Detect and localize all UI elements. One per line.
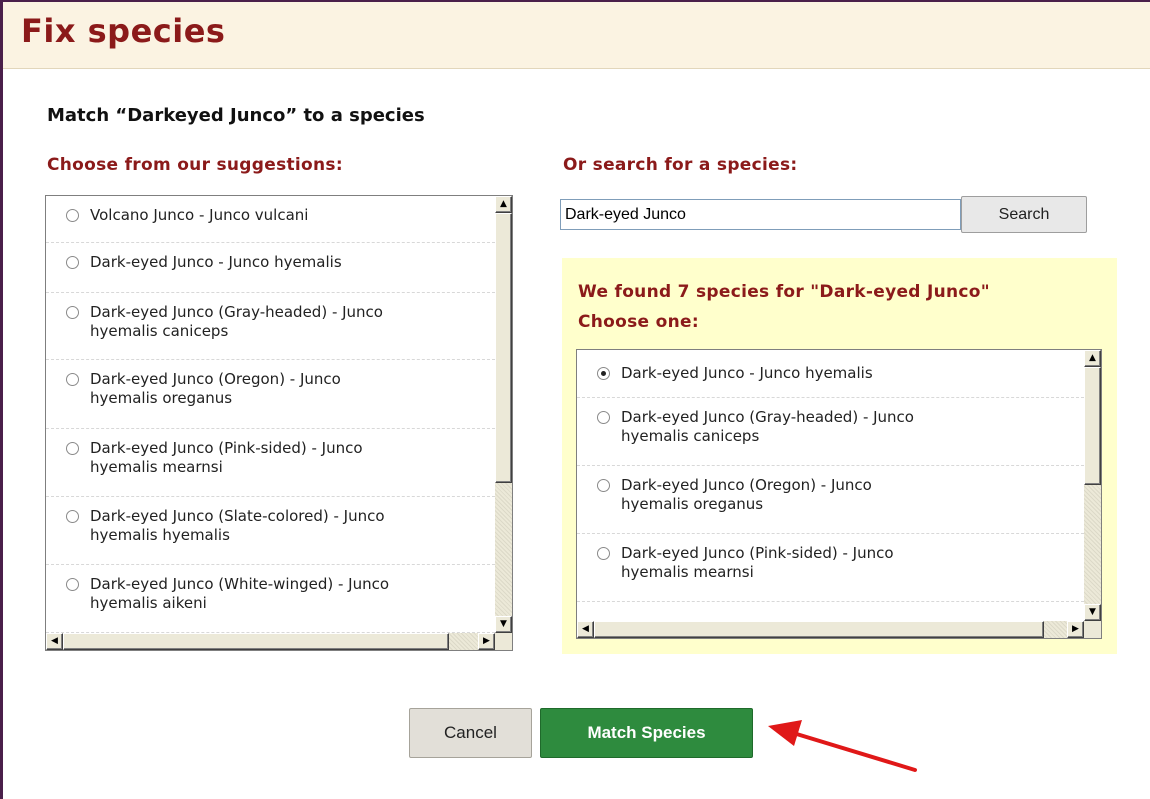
results-prompt: Choose one: bbox=[578, 312, 699, 332]
result-sublabel: hyemalis mearnsi bbox=[621, 563, 754, 581]
scrollbar-corner bbox=[495, 633, 512, 650]
suggestion-item[interactable]: Dark-eyed Junco (White-winged) - Junco h… bbox=[46, 565, 495, 633]
scroll-right-icon[interactable]: ▶ bbox=[478, 633, 495, 650]
radio-icon[interactable] bbox=[66, 209, 79, 222]
suggestion-sublabel: hyemalis mearnsi bbox=[90, 458, 223, 476]
radio-icon[interactable] bbox=[66, 256, 79, 269]
scroll-thumb[interactable] bbox=[594, 621, 1044, 638]
suggestion-label: Volcano Junco - Junco vulcani bbox=[90, 206, 309, 224]
suggestion-label: Dark-eyed Junco (Gray-headed) - Junco bbox=[90, 303, 383, 321]
suggestion-label: Dark-eyed Junco - Junco hyemalis bbox=[90, 253, 342, 271]
vertical-scrollbar[interactable]: ▲ ▼ bbox=[495, 196, 512, 633]
radio-icon[interactable] bbox=[597, 411, 610, 424]
radio-icon[interactable] bbox=[597, 547, 610, 560]
radio-icon[interactable] bbox=[66, 442, 79, 455]
radio-icon[interactable] bbox=[597, 479, 610, 492]
suggestion-item[interactable]: Dark-eyed Junco (Pink-sided) - Junco hye… bbox=[46, 429, 495, 497]
scroll-thumb[interactable] bbox=[63, 633, 449, 650]
suggestion-sublabel: hyemalis caniceps bbox=[90, 322, 229, 340]
scroll-up-icon[interactable]: ▲ bbox=[495, 196, 512, 213]
result-label: Dark-eyed Junco (Gray-headed) - Junco bbox=[621, 408, 914, 426]
scroll-down-icon[interactable]: ▼ bbox=[495, 616, 512, 633]
scroll-left-icon[interactable]: ◀ bbox=[46, 633, 63, 650]
radio-icon[interactable] bbox=[66, 306, 79, 319]
suggestions-listbox[interactable]: Volcano Junco - Junco vulcani Dark-eyed … bbox=[45, 195, 513, 651]
results-listbox[interactable]: Dark-eyed Junco - Junco hyemalis Dark-ey… bbox=[576, 349, 1102, 639]
match-species-button[interactable]: Match Species bbox=[540, 708, 753, 758]
suggestion-item[interactable]: Dark-eyed Junco (Oregon) - Junco hyemali… bbox=[46, 360, 495, 429]
suggestion-sublabel: hyemalis oreganus bbox=[90, 389, 233, 407]
match-title: Match “Darkeyed Junco” to a species bbox=[47, 105, 425, 126]
scroll-right-icon[interactable]: ▶ bbox=[1067, 621, 1084, 638]
annotation-arrow-icon bbox=[768, 720, 917, 772]
result-label: Dark-eyed Junco - Junco hyemalis bbox=[621, 364, 873, 382]
radio-icon[interactable] bbox=[66, 510, 79, 523]
scrollbar-corner bbox=[1084, 621, 1101, 638]
result-item[interactable]: Dark-eyed Junco (Oregon) - Junco hyemali… bbox=[577, 466, 1084, 534]
suggestion-sublabel: hyemalis aikeni bbox=[90, 594, 207, 612]
horizontal-scrollbar[interactable]: ◀ ▶ bbox=[46, 633, 495, 650]
scroll-up-icon[interactable]: ▲ bbox=[1084, 350, 1101, 367]
scroll-left-icon[interactable]: ◀ bbox=[577, 621, 594, 638]
arrow-head bbox=[768, 720, 802, 746]
suggestion-item[interactable]: Dark-eyed Junco - Junco hyemalis bbox=[46, 243, 495, 293]
scroll-thumb[interactable] bbox=[1084, 367, 1101, 485]
page-title: Fix species bbox=[21, 12, 226, 50]
suggestions-heading: Choose from our suggestions: bbox=[47, 155, 343, 175]
result-sublabel: hyemalis oreganus bbox=[621, 495, 764, 513]
dialog-header: Fix species bbox=[3, 2, 1150, 69]
search-input[interactable] bbox=[560, 199, 961, 230]
radio-icon[interactable] bbox=[66, 578, 79, 591]
vertical-scrollbar[interactable]: ▲ ▼ bbox=[1084, 350, 1101, 621]
radio-icon[interactable] bbox=[66, 373, 79, 386]
result-item[interactable]: Dark-eyed Junco - Junco hyemalis bbox=[577, 350, 1084, 398]
suggestion-sublabel: hyemalis hyemalis bbox=[90, 526, 230, 544]
results-heading: We found 7 species for "Dark-eyed Junco"… bbox=[578, 277, 990, 337]
result-item[interactable]: Dark-eyed Junco (Gray-headed) - Junco hy… bbox=[577, 398, 1084, 466]
suggestion-label: Dark-eyed Junco (White-winged) - Junco bbox=[90, 575, 390, 593]
search-button[interactable]: Search bbox=[961, 196, 1087, 233]
results-count: We found 7 species for "Dark-eyed Junco" bbox=[578, 282, 990, 302]
result-sublabel: hyemalis caniceps bbox=[621, 427, 760, 445]
radio-checked-icon[interactable] bbox=[597, 367, 610, 380]
scroll-thumb[interactable] bbox=[495, 213, 512, 483]
suggestion-item[interactable]: Volcano Junco - Junco vulcani bbox=[46, 196, 495, 243]
horizontal-scrollbar[interactable]: ◀ ▶ bbox=[577, 621, 1084, 638]
suggestion-item[interactable]: Dark-eyed Junco (Slate-colored) - Junco … bbox=[46, 497, 495, 565]
results-panel: We found 7 species for "Dark-eyed Junco"… bbox=[562, 258, 1117, 654]
suggestion-label: Dark-eyed Junco (Slate-colored) - Junco bbox=[90, 507, 385, 525]
arrow-shaft bbox=[788, 730, 917, 772]
suggestion-label: Dark-eyed Junco (Oregon) - Junco bbox=[90, 370, 341, 388]
suggestion-label: Dark-eyed Junco (Pink-sided) - Junco bbox=[90, 439, 363, 457]
suggestion-item[interactable]: Dark-eyed Junco (Gray-headed) - Junco hy… bbox=[46, 293, 495, 360]
result-label: Dark-eyed Junco (Oregon) - Junco bbox=[621, 476, 872, 494]
search-heading: Or search for a species: bbox=[563, 155, 798, 175]
scroll-down-icon[interactable]: ▼ bbox=[1084, 604, 1101, 621]
result-item[interactable]: Dark-eyed Junco (Pink-sided) - Junco hye… bbox=[577, 534, 1084, 602]
cancel-button[interactable]: Cancel bbox=[409, 708, 532, 758]
result-label: Dark-eyed Junco (Pink-sided) - Junco bbox=[621, 544, 894, 562]
